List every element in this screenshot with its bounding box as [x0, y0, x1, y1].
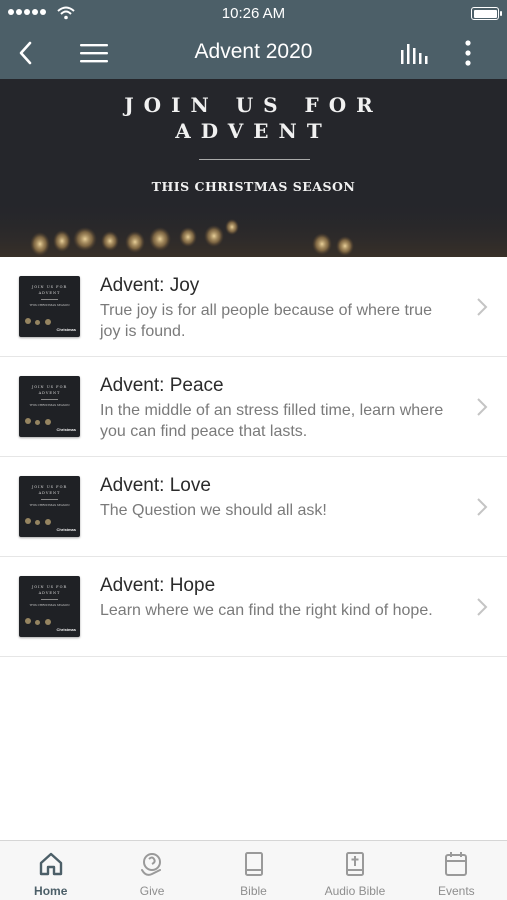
thumbnail-line2: ADVENT	[38, 291, 61, 295]
thumbnail-line2: ADVENT	[38, 591, 61, 595]
book-icon	[244, 852, 263, 876]
item-title: Advent: Peace	[100, 375, 224, 396]
bible-cross-icon	[345, 852, 364, 876]
give-icon	[141, 853, 162, 876]
thumbnail-logo: Christmas	[56, 527, 76, 532]
thumbnail-line3: THIS CHRISTMAS SEASON	[29, 403, 70, 407]
sermon-list: JOIN US FOR ADVENT THIS CHRISTMAS SEASON…	[0, 257, 507, 657]
status-time: 10:26 AM	[221, 5, 286, 22]
thumbnail-line2: ADVENT	[38, 391, 61, 395]
banner-heading-line2: ADVENT	[175, 119, 332, 143]
chevron-right-icon	[477, 598, 488, 616]
item-description: Learn where we can find the right kind o…	[100, 602, 433, 619]
thumbnail-line2: ADVENT	[38, 491, 61, 495]
thumbnail-line3: THIS CHRISTMAS SEASON	[29, 503, 70, 507]
item-title: Advent: Hope	[100, 575, 216, 596]
thumbnail-logo: Christmas	[56, 627, 76, 632]
banner-subtitle: THIS CHRISTMAS SEASON	[151, 179, 356, 194]
thumbnail-glow	[45, 519, 51, 525]
list-item[interactable]: JOIN US FOR ADVENT THIS CHRISTMAS SEASON…	[0, 457, 507, 557]
tab-label: Give	[139, 884, 165, 898]
tab-label: Audio Bible	[324, 884, 386, 898]
thumbnail-glow	[45, 319, 51, 325]
more-options-button[interactable]	[452, 26, 484, 79]
hamburger-menu-icon	[80, 43, 108, 62]
thumbnail-glow	[35, 420, 40, 425]
thumbnail-line3: THIS CHRISTMAS SEASON	[29, 303, 70, 307]
sermon-thumbnail: JOIN US FOR ADVENT THIS CHRISTMAS SEASON…	[19, 276, 80, 337]
home-icon	[39, 852, 62, 876]
thumbnail-divider	[41, 499, 58, 500]
sermon-thumbnail: JOIN US FOR ADVENT THIS CHRISTMAS SEASON…	[19, 376, 80, 437]
thumbnail-glow	[25, 418, 31, 424]
tab-label: Home	[34, 884, 68, 898]
thumbnail-line1: JOIN US FOR	[31, 285, 68, 289]
thumbnail-glow	[25, 318, 31, 324]
battery-full-icon	[471, 7, 502, 20]
calendar-icon	[445, 852, 468, 876]
advent-banner-image: JOIN US FOR ADVENT THIS CHRISTMAS SEASON	[0, 79, 507, 257]
nav-bar: Advent 2020	[0, 26, 507, 79]
thumbnail-line1: JOIN US FOR	[31, 385, 68, 389]
item-description: True joy is for all people because of wh…	[100, 302, 433, 340]
thumbnail-glow	[25, 618, 31, 624]
list-item[interactable]: JOIN US FOR ADVENT THIS CHRISTMAS SEASON…	[0, 357, 507, 457]
thumbnail-divider	[41, 599, 58, 600]
back-button[interactable]	[18, 26, 58, 79]
menu-button[interactable]	[74, 26, 114, 79]
thumbnail-logo: Christmas	[56, 427, 76, 432]
thumbnail-line1: JOIN US FOR	[31, 485, 68, 489]
chevron-right-icon	[477, 498, 488, 516]
item-title: Advent: Joy	[100, 275, 200, 296]
thumbnail-line3: THIS CHRISTMAS SEASON	[29, 603, 70, 607]
chevron-right-icon	[477, 398, 488, 416]
tab-audio-bible[interactable]: Audio Bible	[304, 841, 405, 900]
thumbnail-logo: Christmas	[56, 327, 76, 332]
banner-divider	[199, 159, 310, 160]
item-description: In the middle of an stress filled time, …	[100, 402, 444, 440]
sermon-thumbnail: JOIN US FOR ADVENT THIS CHRISTMAS SEASON…	[19, 476, 80, 537]
audio-button[interactable]	[395, 26, 435, 79]
tab-bible[interactable]: Bible	[203, 841, 304, 900]
tab-events[interactable]: Events	[406, 841, 507, 900]
thumbnail-glow	[35, 620, 40, 625]
sermon-thumbnail: JOIN US FOR ADVENT THIS CHRISTMAS SEASON…	[19, 576, 80, 637]
audio-bars-icon	[401, 43, 428, 64]
thumbnail-glow	[25, 518, 31, 524]
more-vertical-icon	[465, 39, 471, 66]
thumbnail-divider	[41, 299, 58, 300]
tab-home[interactable]: Home	[0, 841, 101, 900]
chevron-left-icon	[19, 41, 32, 64]
list-item[interactable]: JOIN US FOR ADVENT THIS CHRISTMAS SEASON…	[0, 257, 507, 357]
thumbnail-glow	[35, 320, 40, 325]
list-item[interactable]: JOIN US FOR ADVENT THIS CHRISTMAS SEASON…	[0, 557, 507, 657]
thumbnail-divider	[41, 399, 58, 400]
chevron-right-icon	[477, 298, 488, 316]
tab-bar: Home Give Bible Audio Bible Events	[0, 840, 507, 900]
thumbnail-glow	[45, 419, 51, 425]
banner-heading-line1: JOIN US FOR	[124, 93, 383, 117]
thumbnail-glow	[45, 619, 51, 625]
tab-label: Events	[437, 884, 475, 898]
item-description: The Question we should all ask!	[100, 502, 327, 519]
thumbnail-line1: JOIN US FOR	[31, 585, 68, 589]
tab-give[interactable]: Give	[101, 841, 202, 900]
tab-label: Bible	[240, 884, 267, 898]
thumbnail-glow	[35, 520, 40, 525]
status-bar: 10:26 AM	[0, 0, 507, 26]
item-title: Advent: Love	[100, 475, 211, 496]
